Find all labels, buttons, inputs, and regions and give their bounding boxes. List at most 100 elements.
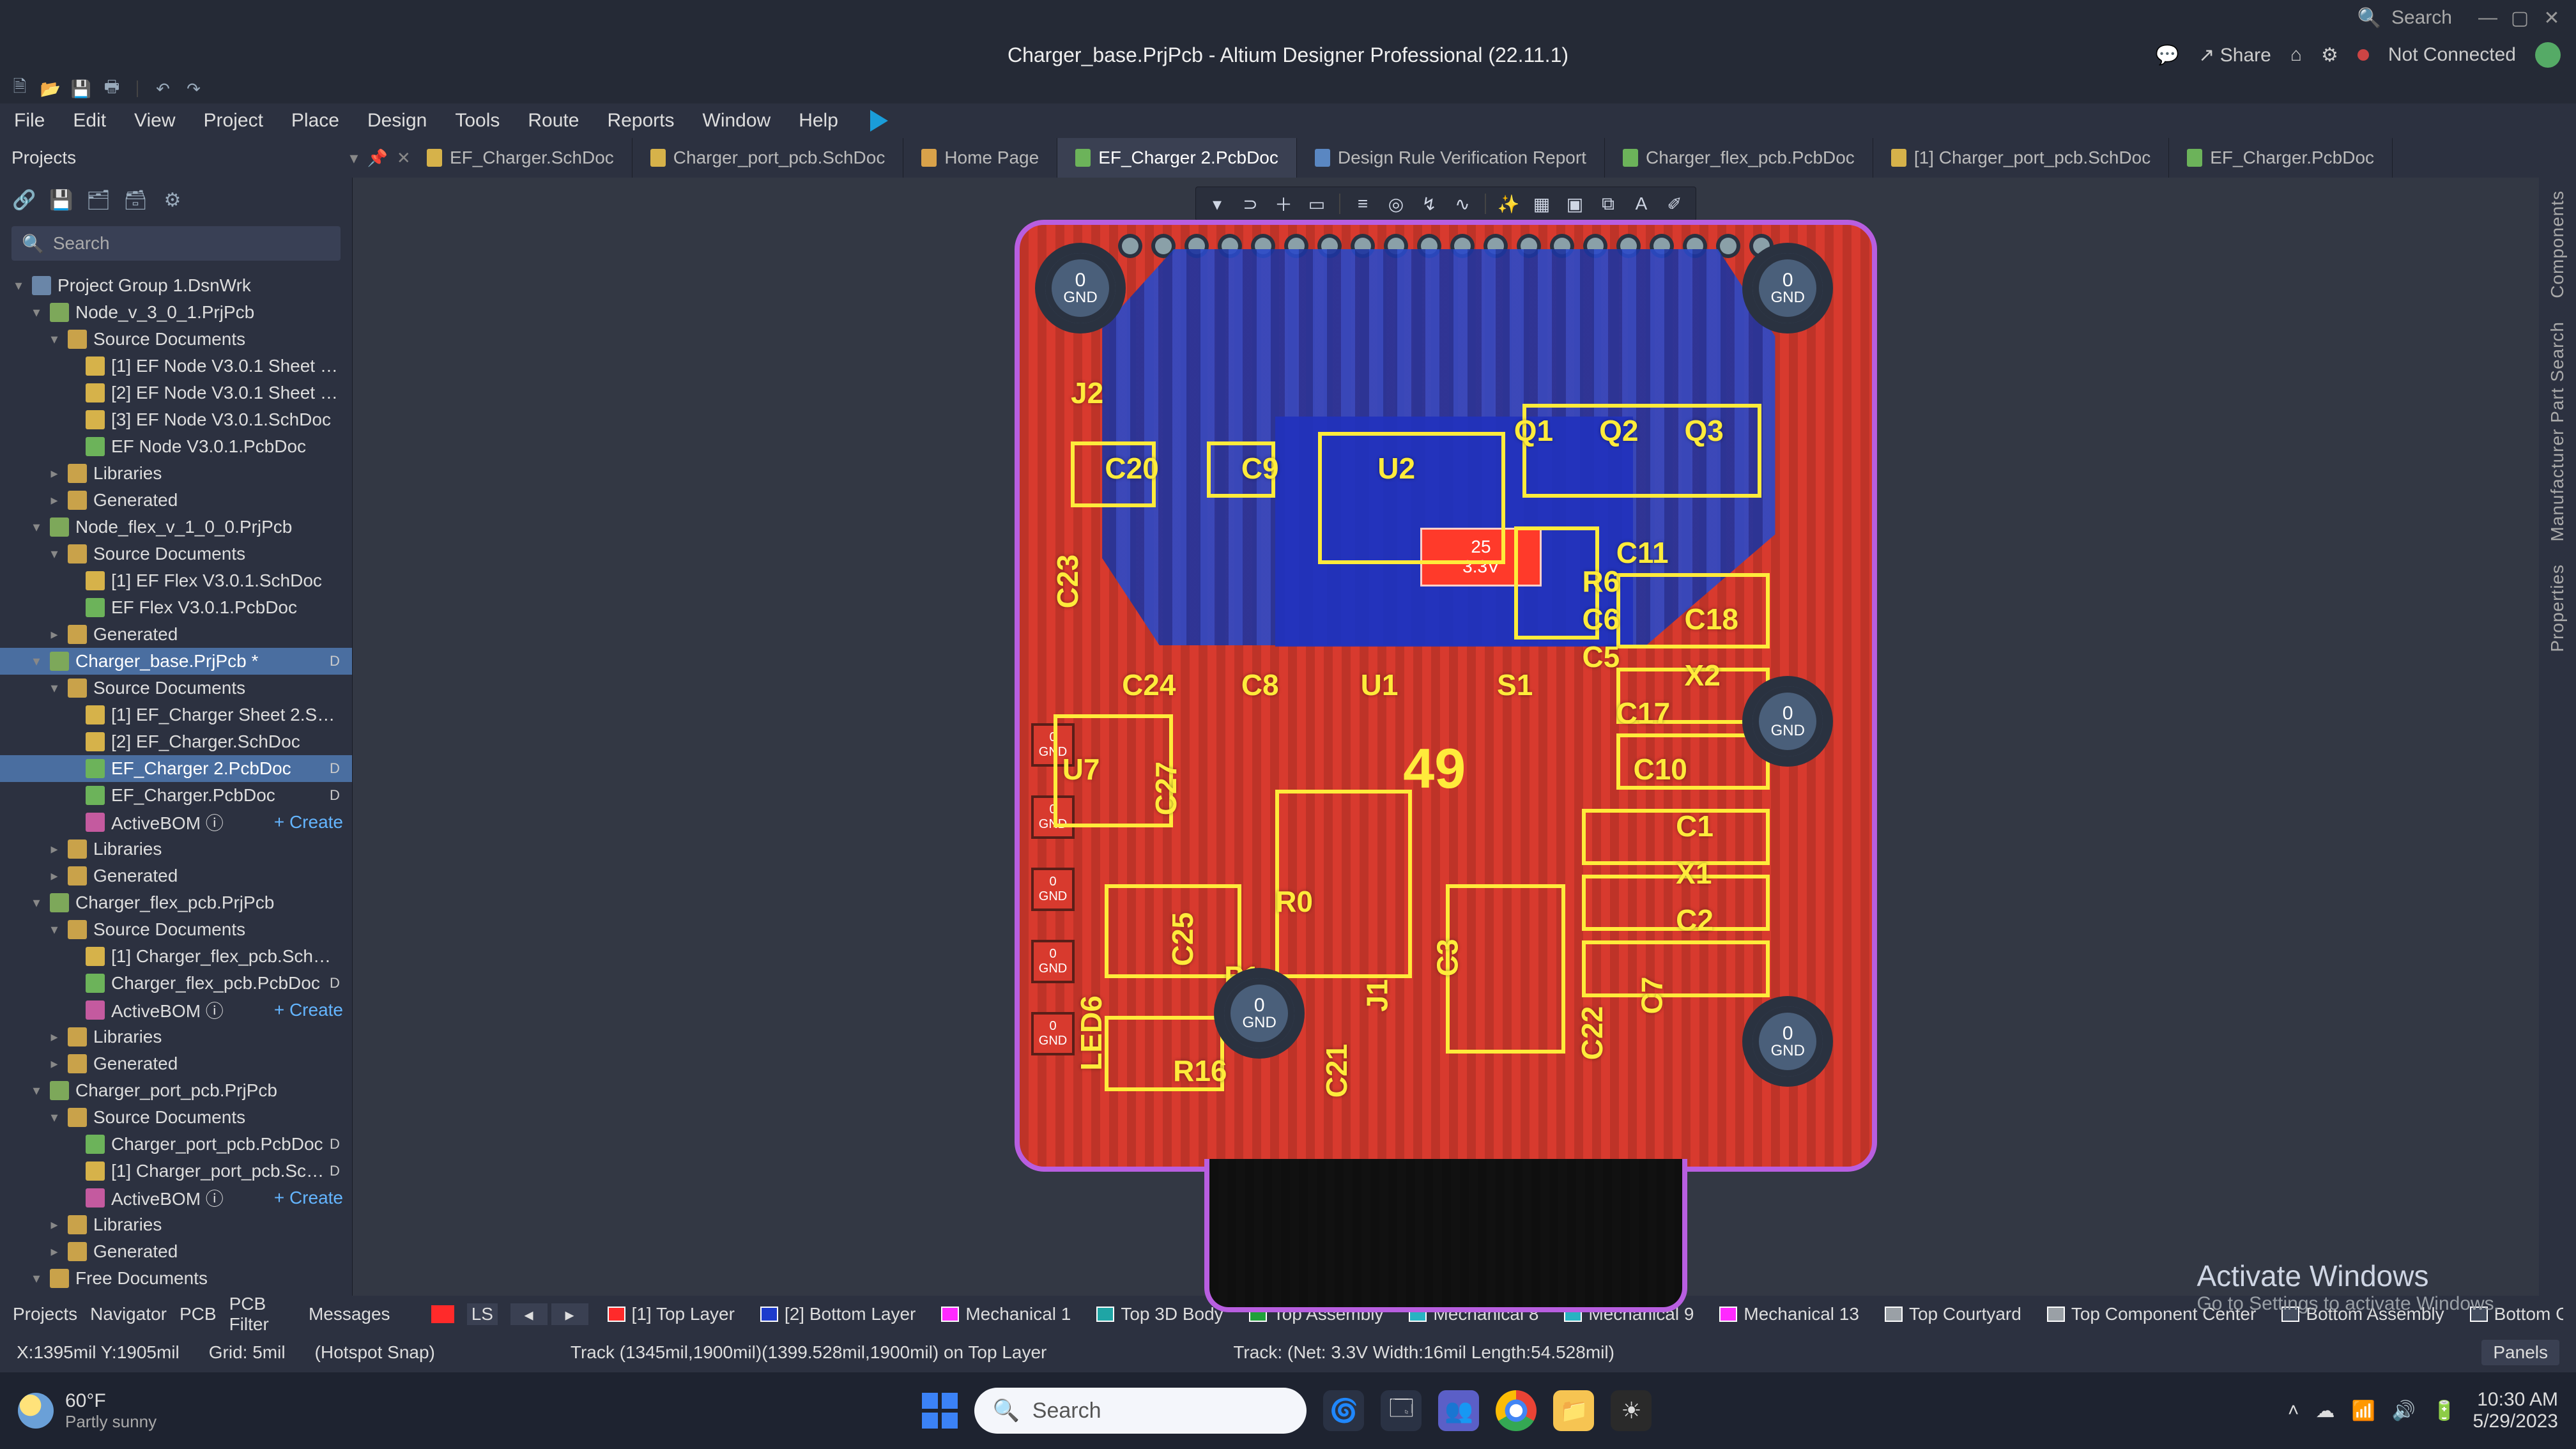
layerset-button[interactable]: LS xyxy=(467,1303,497,1325)
tree-create-link[interactable]: + Create xyxy=(274,1188,343,1208)
rect-icon[interactable]: ▭ xyxy=(1302,191,1331,217)
tree-arrow-icon[interactable]: ▾ xyxy=(47,546,61,562)
tree-row[interactable]: ▾Project Group 1.DsnWrk xyxy=(0,272,352,299)
projects-compile-icon[interactable]: 🗂 xyxy=(87,188,110,211)
doc-tab[interactable]: EF_Charger.SchDoc xyxy=(409,138,632,178)
panel-pin-icon[interactable]: 📌 xyxy=(367,148,387,168)
taskbar-copilot-icon[interactable]: 🌀 xyxy=(1323,1390,1364,1431)
tree-arrow-icon[interactable]: ▸ xyxy=(47,1055,61,1072)
tree-row[interactable]: ▸Generated xyxy=(0,621,352,648)
settings-icon[interactable]: ⚙ xyxy=(2321,44,2338,66)
sheet-icon[interactable]: ▦ xyxy=(1527,191,1556,217)
taskbar-explorer-icon[interactable]: 🗔 xyxy=(1381,1390,1422,1431)
tree-arrow-icon[interactable]: ▾ xyxy=(29,1270,43,1287)
projects-connect-icon[interactable]: 🔗 xyxy=(13,188,36,211)
layer-tab[interactable]: [2] Bottom Layer xyxy=(754,1304,922,1324)
place-icon[interactable]: ▣ xyxy=(1560,191,1590,217)
tree-row[interactable]: ▾Source Documents xyxy=(0,540,352,567)
tree-create-link[interactable]: + Create xyxy=(274,1000,343,1020)
taskbar-chrome-icon[interactable] xyxy=(1496,1390,1537,1431)
tree-row[interactable]: [1] EF_Charger Sheet 2.SchDoc xyxy=(0,702,352,728)
tree-row[interactable]: ▸Generated xyxy=(0,487,352,514)
tree-row[interactable]: ▾Charger_port_pcb.PrjPcb xyxy=(0,1077,352,1104)
layer-next-button[interactable]: ▸ xyxy=(551,1303,588,1325)
tree-arrow-icon[interactable]: ▸ xyxy=(47,1216,61,1233)
tree-row[interactable]: ▾Charger_base.PrjPcb *D xyxy=(0,648,352,675)
filter-icon[interactable]: ▾ xyxy=(1202,191,1232,217)
layer-tab-pcb[interactable]: PCB xyxy=(180,1304,217,1324)
tree-row[interactable]: EF_Charger.PcbDocD xyxy=(0,782,352,809)
tree-arrow-icon[interactable]: ▾ xyxy=(47,921,61,938)
doc-tab[interactable]: Charger_flex_pcb.PcbDoc xyxy=(1605,138,1873,178)
projects-search[interactable]: 🔍 Search xyxy=(12,226,341,261)
tree-row[interactable]: ▾Source Documents xyxy=(0,326,352,353)
tree-row[interactable]: ▸Libraries xyxy=(0,1023,352,1050)
maximize-button[interactable]: ▢ xyxy=(2506,6,2534,29)
qa-redo-icon[interactable]: ↷ xyxy=(183,78,204,100)
layer-tab[interactable]: Bottom Courtyard xyxy=(2464,1304,2563,1324)
tree-row[interactable]: ▸Generated xyxy=(0,862,352,889)
menu-reports[interactable]: Reports xyxy=(607,110,674,132)
tree-row[interactable]: ▾Source Documents xyxy=(0,1292,352,1296)
close-button[interactable]: ✕ xyxy=(2538,6,2566,29)
tree-create-link[interactable]: + Create xyxy=(274,812,343,832)
taskbar-fileexplorer-icon[interactable]: 📁 xyxy=(1553,1390,1594,1431)
projects-tree[interactable]: ▾Project Group 1.DsnWrk▾Node_v_3_0_1.Prj… xyxy=(0,264,352,1296)
layer-tab-messages[interactable]: Messages xyxy=(309,1304,390,1324)
highlight-icon[interactable]: ✨ xyxy=(1494,191,1523,217)
tree-row[interactable]: ▾Charger_flex_pcb.PrjPcb xyxy=(0,889,352,916)
menu-window[interactable]: Window xyxy=(703,110,771,132)
dock-manufacturer-part-search[interactable]: Manufacturer Part Search xyxy=(2547,321,2568,542)
tree-row[interactable]: ▸Generated xyxy=(0,1050,352,1077)
tree-arrow-icon[interactable]: ▾ xyxy=(47,680,61,696)
titlebar-search[interactable]: 🔍 Search xyxy=(2358,7,2452,29)
tree-row[interactable]: ▸Generated xyxy=(0,1238,352,1265)
layer-tab[interactable]: Top Component Center xyxy=(2041,1304,2263,1324)
tree-row[interactable]: [1] Charger_flex_pcb.SchDoc xyxy=(0,943,352,970)
layer-tab-navigator[interactable]: Navigator xyxy=(90,1304,167,1324)
qa-open-icon[interactable]: 📂 xyxy=(40,78,61,100)
tray-battery-icon[interactable]: 🔋 xyxy=(2432,1400,2456,1422)
menu-tools[interactable]: Tools xyxy=(455,110,500,132)
menu-view[interactable]: View xyxy=(134,110,175,132)
tree-arrow-icon[interactable]: ▾ xyxy=(29,304,43,321)
align-icon[interactable]: ≡ xyxy=(1348,191,1377,217)
tree-arrow-icon[interactable]: ▾ xyxy=(47,1109,61,1126)
dim-icon[interactable]: ⧉ xyxy=(1593,191,1623,217)
tree-arrow-icon[interactable]: ▸ xyxy=(47,465,61,482)
current-layer-swatch[interactable] xyxy=(431,1305,454,1323)
home-icon[interactable]: ⌂ xyxy=(2290,44,2302,66)
doc-tab[interactable]: [1] Charger_port_pcb.SchDoc xyxy=(1873,138,2169,178)
menu-place[interactable]: Place xyxy=(291,110,339,132)
tree-row[interactable]: ActiveBOM ⓘ+ Create xyxy=(0,809,352,836)
tree-row[interactable]: ▾Free Documents xyxy=(0,1265,352,1292)
layer-tab-pcb-filter[interactable]: PCB Filter xyxy=(229,1294,296,1335)
dock-properties[interactable]: Properties xyxy=(2547,564,2568,652)
tree-arrow-icon[interactable]: ▾ xyxy=(29,653,43,670)
menu-project[interactable]: Project xyxy=(204,110,263,132)
taskbar-teams-icon[interactable]: 👥 xyxy=(1438,1390,1479,1431)
tree-row[interactable]: ▾Source Documents xyxy=(0,916,352,943)
tree-arrow-icon[interactable]: ▾ xyxy=(47,331,61,348)
tree-arrow-icon[interactable]: ▸ xyxy=(47,1243,61,1260)
menu-design[interactable]: Design xyxy=(367,110,427,132)
tree-arrow-icon[interactable]: ▸ xyxy=(47,626,61,643)
dock-components[interactable]: Components xyxy=(2547,190,2568,298)
tree-row[interactable]: [3] EF Node V3.0.1.SchDoc xyxy=(0,406,352,433)
tree-row[interactable]: [2] EF_Charger.SchDoc xyxy=(0,728,352,755)
doc-tab[interactable]: EF_Charger 2.PcbDoc xyxy=(1057,138,1297,178)
via-icon[interactable]: ◎ xyxy=(1381,191,1411,217)
start-button[interactable] xyxy=(922,1393,958,1429)
layer-tab[interactable]: Top Courtyard xyxy=(1878,1304,2028,1324)
panel-dropdown-icon[interactable]: ▾ xyxy=(349,148,358,168)
tree-arrow-icon[interactable]: ▾ xyxy=(12,277,26,294)
tree-row[interactable]: Charger_flex_pcb.PcbDocD xyxy=(0,970,352,997)
plus-icon[interactable]: ＋ xyxy=(1269,191,1298,217)
tray-chevron-icon[interactable]: ˄ xyxy=(2288,1400,2299,1422)
tree-row[interactable]: EF_Charger 2.PcbDocD xyxy=(0,755,352,782)
track-icon[interactable]: ∿ xyxy=(1448,191,1477,217)
tree-row[interactable]: [1] Charger_port_pcb.SchDocD xyxy=(0,1158,352,1184)
tree-row[interactable]: ▸Libraries xyxy=(0,836,352,862)
text-icon[interactable]: A xyxy=(1627,191,1656,217)
lasso-icon[interactable]: ⊃ xyxy=(1236,191,1265,217)
